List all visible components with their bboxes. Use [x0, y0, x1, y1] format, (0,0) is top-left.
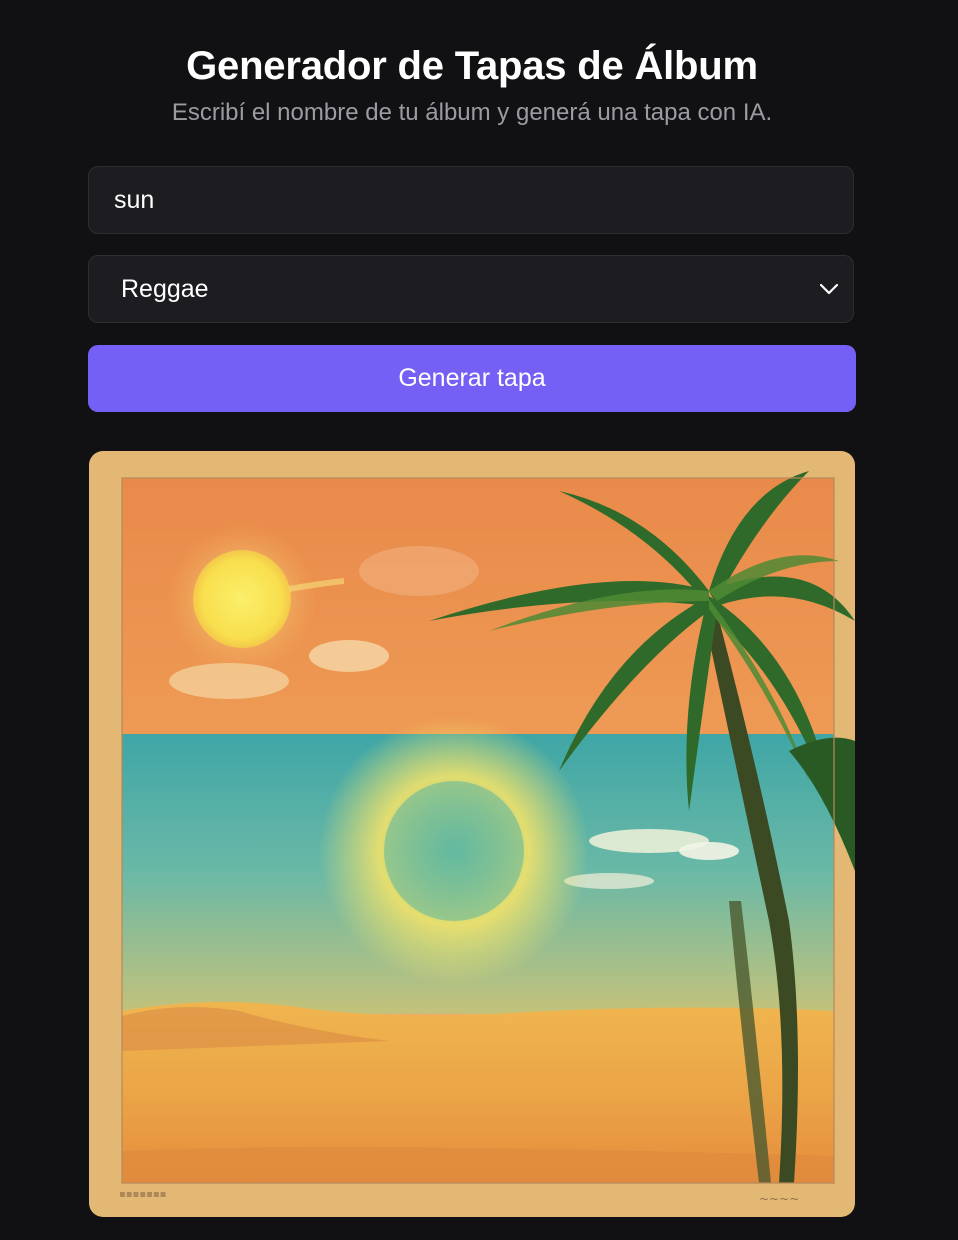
page-subtitle: Escribí el nombre de tu álbum y generá u… [171, 99, 773, 126]
svg-text:▪▪▪▪▪▪▪: ▪▪▪▪▪▪▪ [119, 1189, 166, 1200]
genre-selected-value: Reggae [121, 274, 209, 303]
generated-album-cover: ▪▪▪▪▪▪▪ ~~~~ [89, 451, 855, 1217]
genre-select[interactable]: Reggae [88, 255, 854, 323]
page-title: Generador de Tapas de Álbum [186, 44, 758, 88]
chevron-down-icon [819, 279, 839, 299]
album-cover-generator-page: Generador de Tapas de Álbum Escribí el n… [0, 0, 958, 1240]
generate-cover-button[interactable]: Generar tapa [88, 345, 856, 412]
svg-text:~~~~: ~~~~ [759, 1192, 799, 1206]
album-name-input[interactable] [88, 166, 854, 234]
